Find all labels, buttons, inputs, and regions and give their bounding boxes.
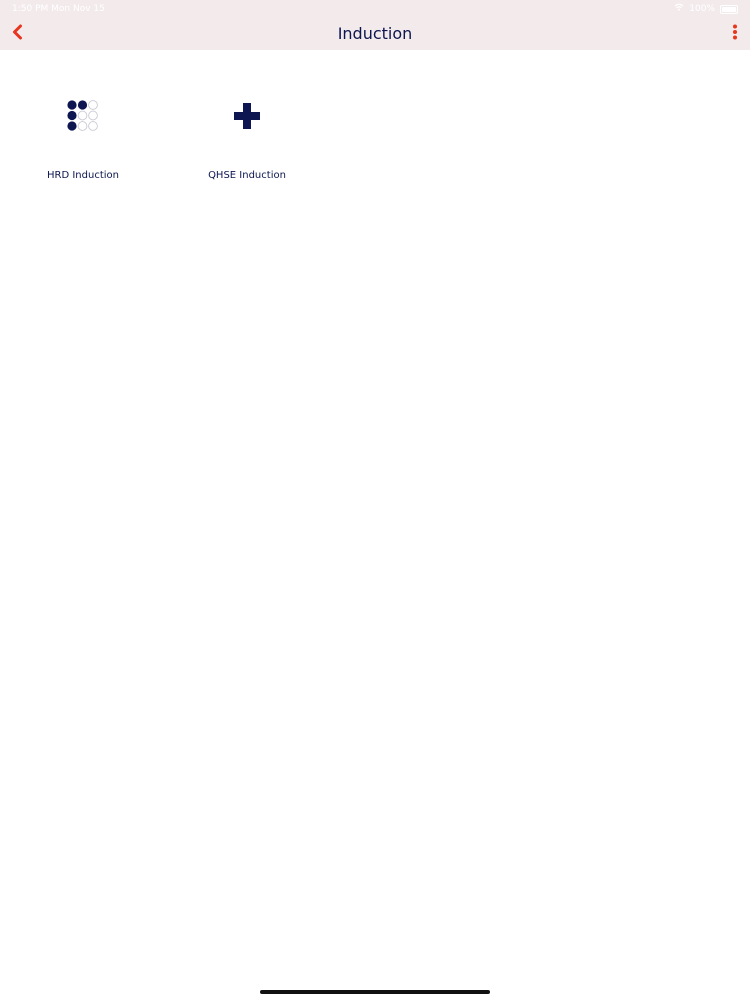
plus-cross-icon bbox=[227, 96, 267, 136]
navigation-bar: Induction bbox=[0, 18, 750, 50]
wifi-icon bbox=[674, 0, 684, 18]
tile-label: HRD Induction bbox=[47, 170, 119, 181]
page-title: Induction bbox=[337, 24, 413, 43]
status-time: 1:50 PM bbox=[12, 4, 49, 14]
battery-percent: 100% bbox=[689, 4, 715, 14]
tile-label: QHSE Induction bbox=[208, 170, 286, 181]
status-time-date: 1:50 PM Mon Nov 15 bbox=[12, 0, 105, 18]
battery-fill bbox=[722, 6, 736, 12]
status-bar: 1:50 PM Mon Nov 15 100% bbox=[0, 0, 750, 18]
more-options-button[interactable] bbox=[728, 22, 742, 46]
dot-grid-icon bbox=[63, 96, 103, 136]
home-indicator[interactable] bbox=[260, 990, 490, 994]
status-indicators: 100% bbox=[674, 0, 738, 18]
tile-qhse-induction[interactable]: QHSE Induction bbox=[177, 80, 317, 200]
status-date: Mon Nov 15 bbox=[51, 4, 105, 14]
tile-hrd-induction[interactable]: HRD Induction bbox=[13, 80, 153, 200]
vertical-ellipsis-icon bbox=[732, 24, 738, 44]
battery-icon bbox=[720, 4, 738, 14]
